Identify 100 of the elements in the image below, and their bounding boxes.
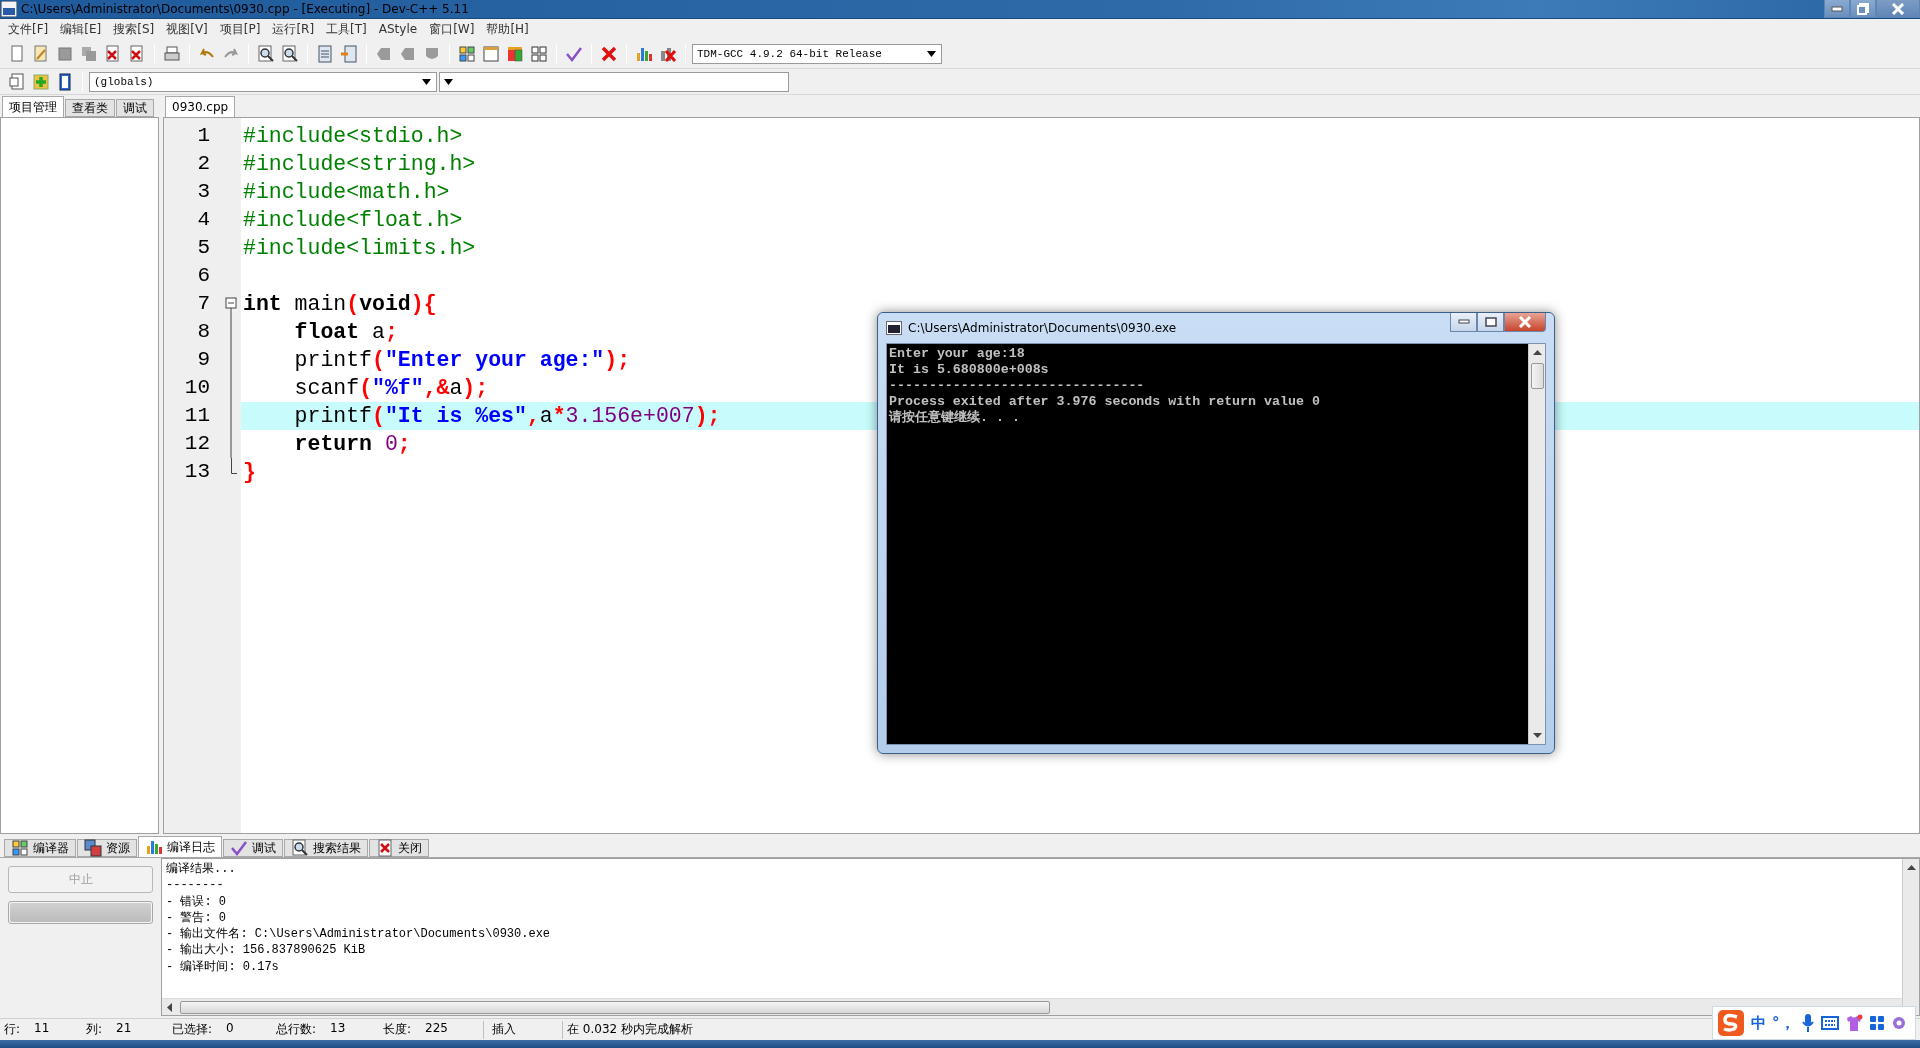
keyboard-icon[interactable] (1820, 1016, 1839, 1030)
printer-icon (163, 44, 181, 63)
code-line: printf("It is %es",a*3.156e+007); (293, 403, 721, 430)
bar-chart-icon (145, 838, 163, 856)
console-icon (886, 321, 902, 335)
status-message: 在 0.032 秒内完成解析 (567, 1021, 693, 1038)
log-line: - 警告: 0 (166, 909, 227, 927)
minimize-icon (1457, 319, 1470, 325)
menu-item[interactable]: 运行[R] (266, 20, 321, 38)
vertical-scrollbar[interactable] (1902, 859, 1919, 1015)
menu-item[interactable]: 搜索[S] (107, 20, 161, 38)
check-icon (230, 839, 248, 857)
console-line: It is 5.680800e+008s (889, 362, 1050, 378)
panel-tab[interactable]: 搜索结果 (284, 839, 368, 857)
log-line: - 输出大小: 156.837890625 KiB (166, 942, 367, 959)
close-file-icon (128, 44, 146, 63)
status-value: 21 (116, 1021, 132, 1037)
app-icon (1, 1, 17, 17)
code-line: printf("Enter your age:"); (293, 347, 631, 374)
status-label: 列: (86, 1021, 103, 1038)
menu-item[interactable]: 帮助[H] (480, 20, 535, 38)
menu-item[interactable]: 窗口[W] (423, 20, 481, 38)
caret-icon (927, 50, 936, 57)
line-number: 9 (196, 347, 211, 373)
caret-icon (444, 78, 453, 85)
console-line: Enter your age:18 (889, 346, 1026, 362)
console-line: -------------------------------- (889, 378, 1146, 394)
plus-icon (32, 72, 50, 91)
status-value: 13 (330, 1021, 346, 1037)
function-select[interactable] (439, 71, 789, 92)
microphone-icon[interactable] (1800, 1013, 1815, 1033)
window-title: C:\Users\Administrator\Documents\0930.cpp - [Executing] - Dev-C++ 5.11 (21, 2, 470, 16)
caret-icon (422, 78, 431, 85)
panel-tab[interactable]: 调试 (223, 839, 283, 857)
status-value: 11 (34, 1021, 50, 1037)
gear-icon[interactable] (1890, 1015, 1907, 1031)
scrollbar-thumb[interactable] (1530, 363, 1544, 389)
maximize-icon (1484, 317, 1497, 327)
compiler-select[interactable]: TDM-GCC 4.9.2 64-bit Release (692, 43, 942, 64)
console-title: C:\Users\Administrator\Documents\0930.exe (908, 321, 1178, 335)
console-line: Process exited after 3.976 seconds with return value 0 (889, 394, 1321, 410)
disks-icon (80, 44, 98, 63)
code-line: int main(void){ (243, 291, 437, 318)
book-icon (56, 72, 74, 91)
panel-tab[interactable]: 资源 (77, 839, 137, 857)
status-label: 行: (4, 1021, 21, 1038)
grid-icon (458, 44, 476, 63)
console-line: 请按任意键继续. . . (889, 410, 1021, 426)
line-number: 8 (196, 319, 211, 345)
minimize-button[interactable] (1450, 313, 1477, 332)
minimize-icon (1831, 5, 1843, 12)
menu-item[interactable]: 工具[T] (320, 20, 373, 38)
panel-tab[interactable]: 查看类 (65, 99, 115, 117)
close-button[interactable] (1504, 313, 1546, 332)
panel-tab[interactable]: 编译日志 (138, 836, 222, 857)
menu-item[interactable]: AStyle (372, 22, 424, 36)
code-line: #include<stdio.h> (243, 123, 463, 150)
grid-icon (11, 839, 29, 857)
minimize-button[interactable] (1824, 0, 1850, 18)
panel-tab[interactable]: 调试 (116, 99, 154, 117)
log-line: -------- (166, 877, 225, 894)
file-tab[interactable]: 0930.cpp (165, 96, 236, 117)
menu-item[interactable]: 项目[P] (213, 20, 267, 38)
shirt-icon[interactable] (1844, 1014, 1863, 1032)
color-grid-icon (506, 44, 524, 63)
status-value: 0 (226, 1021, 234, 1037)
punctuation-toggle[interactable]: °， (1772, 1013, 1795, 1033)
panel-tab[interactable]: 编译器 (4, 839, 76, 857)
menu-item[interactable]: 文件[F] (2, 20, 55, 38)
vertical-scrollbar[interactable] (1528, 344, 1545, 744)
ime-logo-icon[interactable] (1717, 1009, 1745, 1037)
panel-tab[interactable]: 项目管理 (2, 96, 64, 117)
code-line: float a; (293, 319, 398, 346)
status-label: 已选择: (172, 1021, 213, 1038)
line-number: 10 (183, 375, 211, 401)
scope-select[interactable]: (globals) (89, 71, 437, 92)
close-button[interactable] (1876, 0, 1920, 18)
log-line: 编译结果... (166, 861, 237, 878)
horizontal-scrollbar[interactable] (162, 998, 1902, 1015)
code-line: #include<math.h> (243, 179, 450, 206)
line-number: 2 (196, 151, 211, 177)
ime-mode-toggle[interactable]: 中 (1751, 1013, 1766, 1033)
magnifier-icon (257, 44, 275, 63)
restore-icon (1857, 2, 1869, 15)
grid-icon (530, 44, 548, 63)
menu-item[interactable]: 视图[V] (160, 20, 214, 38)
restore-button[interactable] (1850, 0, 1876, 18)
status-value: 225 (425, 1021, 448, 1037)
panel-tab[interactable]: 关闭 (369, 839, 429, 857)
close-file-icon (104, 44, 122, 63)
maximize-button[interactable] (1477, 313, 1504, 332)
scrollbar-thumb[interactable] (180, 1000, 1050, 1014)
list-icon (340, 44, 358, 63)
menu-item[interactable]: 编辑[E] (54, 20, 108, 38)
line-number: 6 (196, 263, 211, 289)
line-number: 1 (196, 123, 211, 149)
line-number: 7 (196, 291, 211, 317)
code-line: } (243, 459, 256, 486)
cross-icon (600, 44, 618, 63)
grid-icon[interactable] (1868, 1015, 1885, 1031)
